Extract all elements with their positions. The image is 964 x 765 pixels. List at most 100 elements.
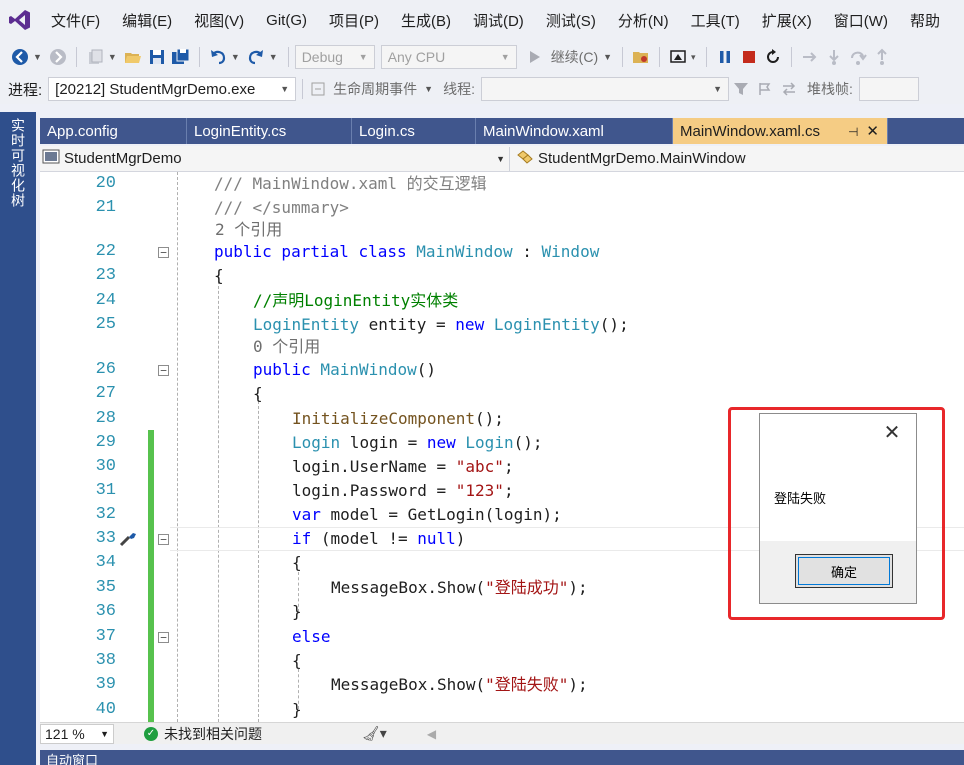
redo-icon[interactable] (244, 45, 268, 69)
tab-login-entity-cs[interactable]: LoginEntity.cs (187, 118, 352, 144)
code-text: MessageBox.Show( (331, 578, 486, 597)
continue-button[interactable]: 继续(C) (551, 47, 598, 67)
autos-panel-header[interactable]: 自动窗口 (40, 750, 964, 765)
code-text: ; (503, 481, 514, 500)
tab-app-config[interactable]: App.config (40, 118, 187, 144)
save-icon[interactable] (145, 45, 169, 69)
menu-build[interactable]: 生成(B) (390, 10, 462, 31)
open-folder-icon[interactable] (121, 45, 145, 69)
process-value: [20212] StudentMgrDemo.exe (55, 80, 256, 98)
menu-debug[interactable]: 调试(D) (462, 10, 535, 31)
project-name: StudentMgrDemo (64, 150, 182, 167)
continue-dropdown-icon[interactable]: ▼ (603, 52, 612, 62)
hot-reload-dropdown-icon[interactable]: ▾ (691, 52, 696, 63)
solution-platform-combo[interactable]: Any CPU ▼ (380, 45, 517, 69)
visual-studio-logo-icon[interactable] (0, 0, 40, 40)
lifecycle-dropdown-icon[interactable]: ▼ (424, 84, 433, 94)
menu-extensions[interactable]: 扩展(X) (751, 10, 823, 31)
menu-file[interactable]: 文件(F) (40, 10, 111, 31)
continue-play-icon[interactable] (523, 45, 547, 69)
menu-test[interactable]: 测试(S) (535, 10, 607, 31)
menu-tools[interactable]: 工具(T) (680, 10, 751, 31)
lifecycle-events-button[interactable]: 生命周期事件 (333, 79, 417, 99)
line-number: 28 (95, 409, 116, 428)
close-icon[interactable]: ✕ (866, 123, 879, 140)
class-dropdown[interactable]: StudentMgrDemo.MainWindow (510, 149, 746, 168)
issues-indicator[interactable]: ✓ 未找到相关问题 (144, 724, 262, 744)
menu-window[interactable]: 窗口(W) (823, 10, 899, 31)
menu-view[interactable]: 视图(V) (183, 10, 255, 31)
switch-threads-icon[interactable] (777, 77, 801, 101)
standard-toolbar: ▼ ▼ ▼ ▼ Debug ▼ Any CPU ▼ 继续(C) ▼ ▾ (0, 40, 964, 74)
line-number: 33 (95, 529, 116, 548)
toolbar-separator (622, 47, 624, 67)
pin-icon[interactable]: ⊣ (848, 125, 858, 139)
stop-icon[interactable] (737, 45, 761, 69)
thread-combo[interactable]: ▼ (480, 77, 729, 101)
filter-icon[interactable] (729, 77, 753, 101)
flag-threads-icon[interactable] (753, 77, 777, 101)
new-dropdown-icon[interactable]: ▼ (108, 52, 117, 62)
solution-config-combo[interactable]: Debug ▼ (294, 45, 375, 69)
collapse-icon[interactable]: − (158, 632, 169, 643)
code-line: 22 − public partial class MainWindow : W… (40, 240, 964, 264)
line-number: 23 (95, 266, 116, 285)
step-out-icon[interactable] (870, 45, 894, 69)
ok-button[interactable]: 确定 (795, 554, 893, 588)
step-into-icon[interactable] (822, 45, 846, 69)
code-type: MainWindow (416, 242, 513, 261)
tab-mainwindow-xaml[interactable]: MainWindow.xaml (476, 118, 673, 144)
hot-reload-icon[interactable] (666, 45, 690, 69)
menu-edit[interactable]: 编辑(E) (111, 10, 183, 31)
code-line: 21 /// </summary> (40, 196, 964, 220)
forward-icon[interactable] (46, 45, 70, 69)
code-comment: //声明LoginEntity实体类 (253, 291, 459, 310)
tab-mainwindow-xaml-cs[interactable]: MainWindow.xaml.cs ⊣ ✕ (673, 118, 888, 144)
zoom-combo[interactable]: 121 % ▼ (40, 723, 114, 744)
close-icon[interactable]: ✕ (882, 422, 902, 444)
menu-analyze[interactable]: 分析(N) (607, 10, 680, 31)
code-text: ); (568, 675, 588, 694)
stack-frame-combo[interactable] (858, 77, 919, 101)
undo-icon[interactable] (206, 45, 230, 69)
attach-folder-icon[interactable] (629, 45, 653, 69)
restart-icon[interactable] (761, 45, 785, 69)
quick-actions-screwdriver-icon[interactable] (118, 530, 138, 552)
pause-icon[interactable] (713, 45, 737, 69)
back-dropdown-icon[interactable]: ▼ (33, 52, 42, 62)
code-line: 37 − else (40, 625, 964, 649)
codelens-references[interactable]: 2 个引用 (215, 220, 282, 240)
code-text: { (292, 651, 302, 670)
process-label: 进程: (8, 81, 43, 99)
live-visual-tree-tab[interactable]: 实时可视化树 (8, 118, 28, 208)
save-all-icon[interactable] (169, 45, 193, 69)
process-combo[interactable]: [20212] StudentMgrDemo.exe ▼ (48, 77, 297, 101)
codelens-references[interactable]: 0 个引用 (253, 337, 320, 357)
stack-frame-label: 堆栈帧: (806, 81, 853, 97)
lifecycle-events-icon (309, 77, 327, 101)
line-number: 27 (95, 384, 116, 403)
code-text: { (253, 384, 263, 403)
collapse-icon[interactable]: − (158, 534, 169, 545)
code-line: 25 LoginEntity entity = new LoginEntity(… (40, 313, 964, 337)
step-over-icon[interactable] (846, 45, 870, 69)
collapse-icon[interactable]: − (158, 247, 169, 258)
code-cleanup-broom-icon[interactable]: 🧹︎▾ (362, 725, 387, 742)
project-dropdown[interactable]: StudentMgrDemo ▼ (40, 146, 510, 171)
new-project-icon[interactable] (83, 45, 107, 69)
code-text: MessageBox.Show( (331, 675, 486, 694)
show-next-statement-icon[interactable] (798, 45, 822, 69)
code-text: (); (599, 315, 629, 334)
redo-dropdown-icon[interactable]: ▼ (269, 52, 278, 62)
code-keyword: var (292, 505, 321, 524)
tab-login-cs[interactable]: Login.cs (352, 118, 476, 144)
back-icon[interactable] (8, 45, 32, 69)
menu-git[interactable]: Git(G) (255, 12, 318, 29)
scroll-left-icon[interactable]: ◀ (427, 727, 436, 741)
menu-project[interactable]: 项目(P) (318, 10, 390, 31)
collapse-icon[interactable]: − (158, 365, 169, 376)
undo-dropdown-icon[interactable]: ▼ (231, 52, 240, 62)
toolbar-separator (302, 79, 304, 99)
menu-help[interactable]: 帮助 (899, 10, 951, 31)
checkmark-icon: ✓ (144, 726, 158, 741)
